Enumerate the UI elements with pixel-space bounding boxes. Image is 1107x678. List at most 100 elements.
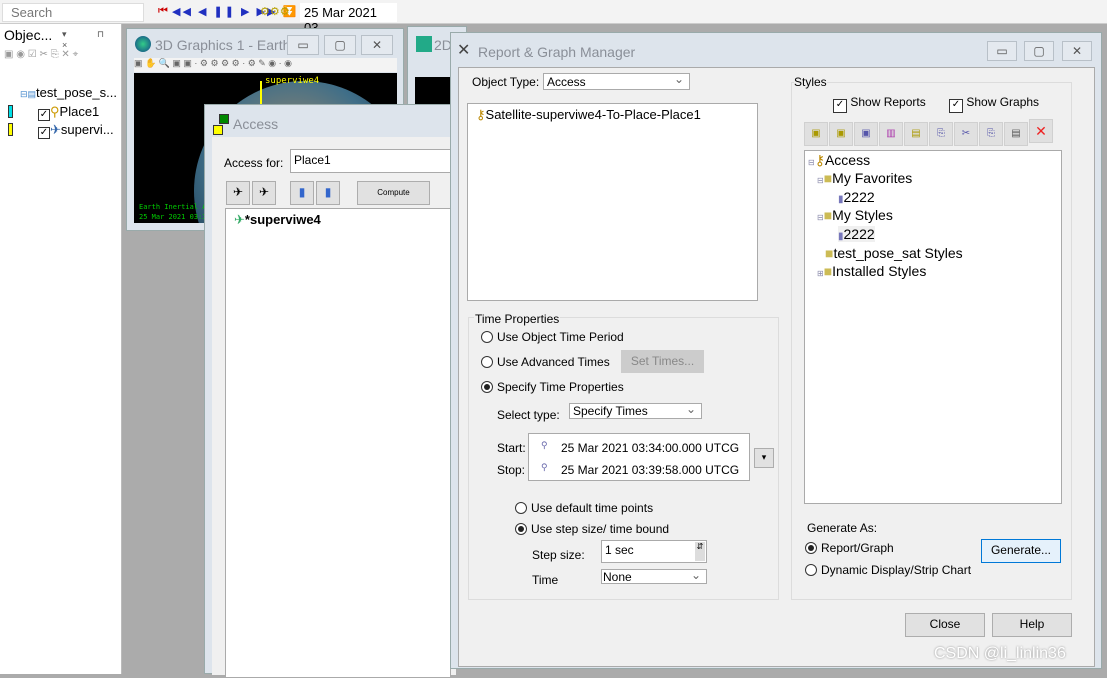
duplicate-button[interactable]: ⎘ xyxy=(979,122,1003,146)
tree-item-installed-styles[interactable]: ⊞■Installed Styles xyxy=(817,263,926,279)
open-button[interactable]: ▤ xyxy=(904,122,928,146)
generate-button[interactable]: Generate... xyxy=(981,539,1061,563)
copy-button[interactable]: ⎘ xyxy=(929,122,953,146)
tree-item-place1[interactable]: ✓ ⚲Place1 xyxy=(38,104,99,121)
object-type-select[interactable]: Access xyxy=(543,72,690,90)
list-item[interactable]: ✈*superviwe4 xyxy=(234,212,321,228)
window-title: 3D Graphics 1 - Earth xyxy=(155,37,291,53)
search-input[interactable]: Search xyxy=(2,3,144,22)
tree-item-style[interactable]: ▮2222 xyxy=(838,226,875,242)
animation-controls[interactable]: ⏮ xyxy=(158,5,168,18)
rgm-body: Object Type: Access ⚷Satellite-superviwe… xyxy=(458,67,1095,667)
access-icon xyxy=(213,125,223,135)
tree-item-my-favorites[interactable]: ⊟■My Favorites xyxy=(817,170,912,186)
remove-button[interactable]: ▮ xyxy=(290,181,314,205)
graphics-toolbar[interactable]: ▣ ✋ 🔍 ▣ ▣ · ⚙ ⚙ ⚙ ⚙ · ⚙ ✎ ◉ · ◉ xyxy=(134,58,397,72)
step-size-field[interactable]: 1 sec ⇵ xyxy=(601,540,707,563)
time-dropdown-button[interactable]: ▾ xyxy=(754,448,774,468)
cut-button[interactable]: ✂ xyxy=(954,122,978,146)
styles-tree[interactable]: ⊟⚷Access ⊟■My Favorites ▮2222 ⊟■My Style… xyxy=(804,150,1062,504)
show-reports-checkbox[interactable]: ✓ Show Reports xyxy=(833,95,926,113)
radio-step-size[interactable]: Use step size/ time bound xyxy=(515,522,669,536)
select-type-label: Select type: xyxy=(497,408,560,422)
remove-all-button[interactable]: ▮ xyxy=(316,181,340,205)
show-graphs-checkbox[interactable]: ✓ Show Graphs xyxy=(949,95,1039,113)
start-time[interactable]: 25 Mar 2021 03:34:00.000 UTCG xyxy=(561,441,739,455)
stop-label: Stop: xyxy=(497,463,526,477)
tools-icon: ✕ xyxy=(457,42,471,59)
list-item[interactable]: ⚷Satellite-superviwe4-To-Place-Place1 xyxy=(476,107,701,123)
folder-icon: ■ xyxy=(823,207,833,223)
current-time-field[interactable]: 25 Mar 2021 03 xyxy=(300,3,397,35)
new-style-button[interactable]: ▣ xyxy=(854,122,878,146)
radio-advanced-times[interactable]: Use Advanced Times xyxy=(481,355,610,369)
report-graph-manager-window: ✕ Report & Graph Manager ▭ ▢ ✕ Object Ty… xyxy=(450,32,1102,669)
group-title: Time Properties xyxy=(474,312,561,326)
access-icon: ⚷ xyxy=(476,107,486,122)
maximize-button[interactable]: ▢ xyxy=(324,35,356,55)
panel-controls[interactable]: ▾ ⊓ × xyxy=(62,29,121,50)
tree-item-satellite[interactable]: ✓ ✈supervi... xyxy=(38,122,114,139)
time-icon: ⚲ xyxy=(541,440,548,450)
tree-item-scenario-styles[interactable]: ■test_pose_sat Styles xyxy=(825,245,963,261)
place-icon: ⚲ xyxy=(50,104,60,119)
window-title: Access xyxy=(233,116,279,132)
paste-button[interactable]: ▤ xyxy=(1004,122,1028,146)
tree-item-scenario[interactable]: ⊟▤test_pose_s... xyxy=(20,85,117,100)
properties-button[interactable]: ▥ xyxy=(879,122,903,146)
access-list[interactable]: ✈*superviwe4 xyxy=(225,208,451,678)
scenario-icon: ⊟▤ xyxy=(20,89,37,99)
time-interval-box[interactable]: ⚲ 25 Mar 2021 03:34:00.000 UTCG ⚲ 25 Mar… xyxy=(528,433,750,481)
checkbox[interactable]: ✓ xyxy=(38,109,50,121)
minimize-button[interactable]: ▭ xyxy=(987,41,1017,61)
radio-default-points[interactable]: Use default time points xyxy=(515,501,653,515)
folder-icon: ■ xyxy=(823,170,833,186)
satellite-button[interactable]: ✈ xyxy=(226,181,250,205)
close-button[interactable]: ✕ xyxy=(1062,41,1092,61)
close-button[interactable]: ✕ xyxy=(361,35,393,55)
object-list[interactable]: ⚷Satellite-superviwe4-To-Place-Place1 xyxy=(467,103,758,301)
sensor-button[interactable]: ✈ xyxy=(252,181,276,205)
time-properties-group: Time Properties Use Object Time Period U… xyxy=(468,312,779,600)
new-report-button[interactable]: ▣ xyxy=(804,122,828,146)
radio-report-graph[interactable]: Report/Graph xyxy=(805,541,894,555)
checkbox[interactable]: ✓ xyxy=(38,127,50,139)
satellite-icon: ✈ xyxy=(50,122,61,137)
minimize-button[interactable]: ▭ xyxy=(287,35,319,55)
radio-object-time[interactable]: Use Object Time Period xyxy=(481,330,624,344)
object-browser: Objec... ▾ ⊓ × ▣ ◉ ☑ ✂ ⎘ ✕ ⌖ ⊟▤test_pose… xyxy=(0,24,122,674)
speed-buttons[interactable]: ⚙⚙⚙ xyxy=(260,5,290,18)
color-swatch xyxy=(8,123,13,136)
spinner-icon[interactable]: ⇵ xyxy=(695,542,705,561)
access-window: Access Access for: Place1 ✈ ✈ ▮ ▮ Comput… xyxy=(204,104,460,678)
playback-buttons[interactable]: ◀◀ ◀ ❚❚ ▶ ▶▶ ⏬ ⏫ xyxy=(172,5,319,18)
tree-item-access[interactable]: ⊟⚷Access xyxy=(808,152,870,169)
object-type-label: Object Type: xyxy=(472,75,540,89)
step-size-label: Step size: xyxy=(532,548,585,562)
styles-toolbar: ▣ ▣ ▣ ▥ ▤ ⎘ ✂ ⎘ ▤ ✕ xyxy=(804,119,1062,146)
styles-group: Styles ✓ Show Reports ✓ Show Graphs ▣ ▣ ▣ ▥… xyxy=(791,75,1072,600)
tree-item-my-styles[interactable]: ⊟■My Styles xyxy=(817,207,893,223)
access-for-field[interactable]: Place1 xyxy=(290,149,460,173)
stop-time[interactable]: 25 Mar 2021 03:39:58.000 UTCG xyxy=(561,463,739,477)
window-title: Report & Graph Manager xyxy=(478,44,636,60)
set-times-button[interactable]: Set Times... xyxy=(621,350,704,373)
generate-as-label: Generate As: xyxy=(807,521,878,535)
access-body: Access for: Place1 ✈ ✈ ▮ ▮ Compute ✈*sup… xyxy=(212,137,460,678)
delete-button[interactable]: ✕ xyxy=(1029,119,1053,143)
close-dialog-button[interactable]: Close xyxy=(905,613,985,637)
help-button[interactable]: Help xyxy=(992,613,1072,637)
color-swatch xyxy=(8,105,13,118)
access-for-label: Access for: xyxy=(224,156,284,170)
time-select[interactable]: None xyxy=(601,568,707,584)
new-graph-button[interactable]: ▣ xyxy=(829,122,853,146)
select-type-select[interactable]: Specify Times xyxy=(569,402,702,419)
satellite-label: superviwe4 xyxy=(265,76,320,86)
tree-item-style[interactable]: ▮2222 xyxy=(838,189,875,205)
radio-dynamic-display[interactable]: Dynamic Display/Strip Chart xyxy=(805,563,971,577)
main-toolbar: Search ⏮ ◀◀ ◀ ❚❚ ▶ ▶▶ ⏬ ⏫ ⚙⚙⚙ 25 Mar 202… xyxy=(0,0,1107,35)
radio-specify-time[interactable]: Specify Time Properties xyxy=(481,380,624,394)
object-browser-toolbar[interactable]: ▣ ◉ ☑ ✂ ⎘ ✕ ⌖ xyxy=(4,49,78,60)
maximize-button[interactable]: ▢ xyxy=(1024,41,1054,61)
compute-button[interactable]: Compute xyxy=(357,181,430,205)
